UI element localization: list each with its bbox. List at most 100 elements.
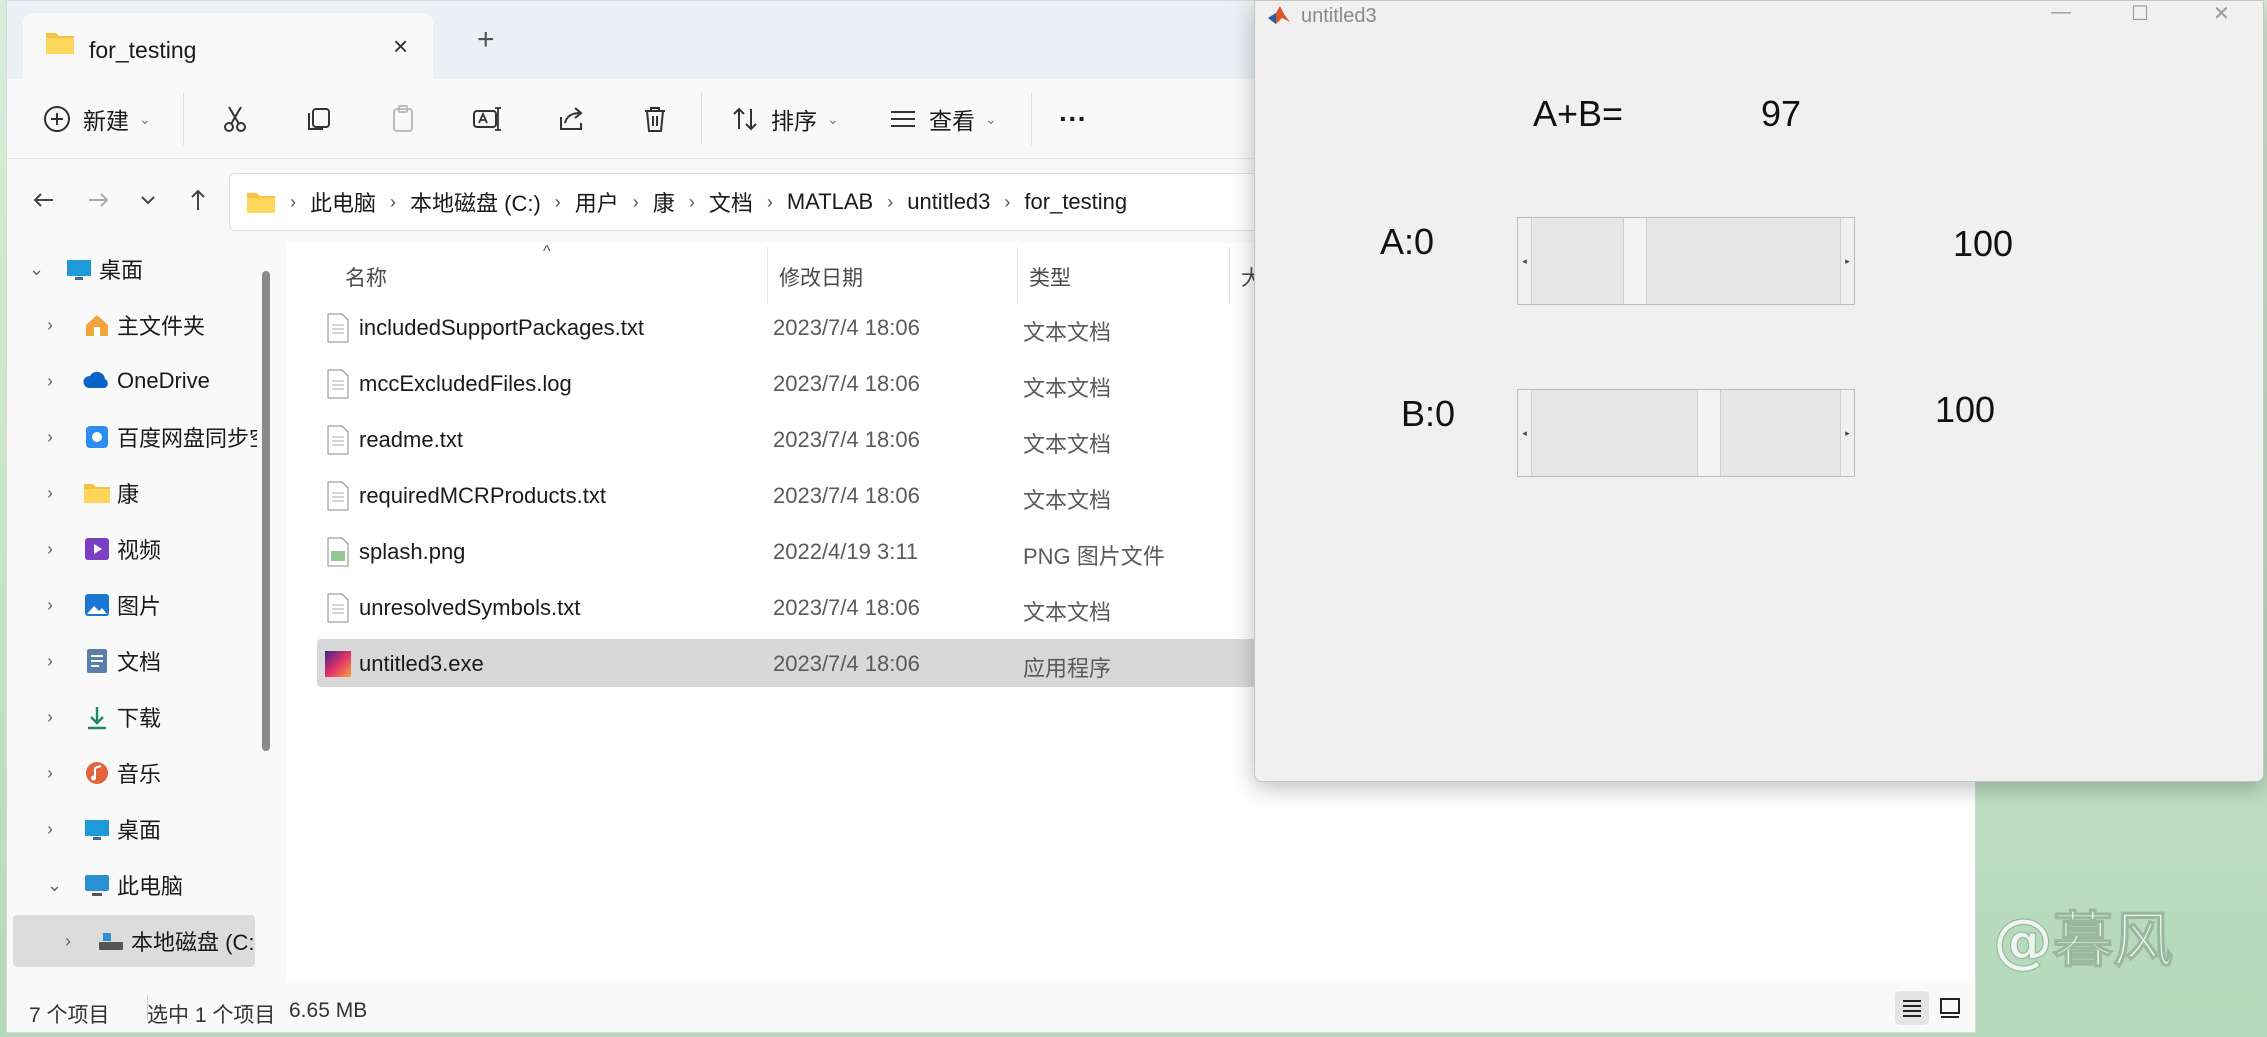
sidebar-item-this-pc[interactable]: ⌄ 此电脑 xyxy=(7,859,257,911)
slider-b[interactable]: ◂ ▸ xyxy=(1517,389,1855,477)
slider-left-arrow-icon[interactable]: ◂ xyxy=(1518,390,1532,476)
figure-title-bar[interactable]: untitled3 — ☐ ✕ xyxy=(1255,1,2263,31)
file-date: 2023/7/4 18:06 xyxy=(773,595,920,620)
file-date: 2022/4/19 3:11 xyxy=(773,539,919,564)
slider-right-arrow-icon[interactable]: ▸ xyxy=(1840,218,1854,304)
chevron-right-icon: › xyxy=(47,370,53,391)
chevron-down-icon: ⌄ xyxy=(139,110,151,127)
desktop-icon xyxy=(67,260,91,280)
sidebar-item-music[interactable]: › 音乐 xyxy=(7,747,257,799)
scrollbar-thumb[interactable] xyxy=(262,271,270,751)
sidebar-item-desktop[interactable]: ⌄ 桌面 xyxy=(7,243,257,295)
slider-right-arrow-icon[interactable]: ▸ xyxy=(1840,390,1854,476)
details-view-button[interactable] xyxy=(1895,991,1929,1025)
video-icon xyxy=(85,538,109,560)
column-header-type[interactable]: 类型 xyxy=(1029,255,1071,299)
breadcrumb-users[interactable]: 用户 xyxy=(575,186,619,218)
column-divider[interactable] xyxy=(1229,247,1230,303)
recent-locations-button[interactable] xyxy=(133,185,163,215)
b-max-label: 100 xyxy=(1935,389,1996,430)
sidebar-item-baidu-netdisk[interactable]: › 百度网盘同步空 xyxy=(7,411,257,463)
sum-label: A+B= xyxy=(1533,93,1624,134)
music-icon xyxy=(86,762,108,784)
breadcrumb-local-disk[interactable]: 本地磁盘 (C:) xyxy=(410,186,541,218)
sidebar-item-videos[interactable]: › 视频 xyxy=(7,523,257,575)
chevron-right-icon: › xyxy=(47,482,53,503)
share-button[interactable] xyxy=(555,97,587,141)
folder-icon xyxy=(84,484,110,503)
sidebar-scrollbar[interactable] xyxy=(259,271,273,1001)
chevron-right-icon: › xyxy=(47,818,53,839)
minimize-icon[interactable]: — xyxy=(2051,1,2071,24)
view-button[interactable]: 查看 ⌄ xyxy=(887,97,997,141)
close-tab-icon[interactable]: × xyxy=(393,31,408,62)
text-file-icon xyxy=(327,425,349,455)
breadcrumb-separator: › xyxy=(290,191,296,212)
sort-button[interactable]: 排序 ⌄ xyxy=(729,97,839,141)
tab-for-testing[interactable]: for_testing × xyxy=(23,13,433,79)
chevron-right-icon: › xyxy=(47,762,53,783)
chevron-right-icon: › xyxy=(65,930,71,951)
file-name: untitled3.exe xyxy=(359,651,484,676)
sidebar-item-label: 康 xyxy=(117,482,140,507)
slider-b-thumb[interactable] xyxy=(1696,390,1721,476)
baidu-netdisk-icon xyxy=(86,426,108,448)
sidebar-item-downloads[interactable]: › 下载 xyxy=(7,691,257,743)
tiles-view-button[interactable] xyxy=(1933,991,1967,1025)
back-button[interactable] xyxy=(29,185,59,215)
sidebar-item-documents[interactable]: › 文档 xyxy=(7,635,257,687)
column-header-date[interactable]: 修改日期 xyxy=(779,255,863,299)
arrow-right-icon xyxy=(89,193,109,207)
slider-a-thumb[interactable] xyxy=(1622,218,1647,304)
copy-icon xyxy=(308,108,330,130)
selection-size: 6.65 MB xyxy=(289,999,368,1022)
sidebar-item-user-folder[interactable]: › 康 xyxy=(7,467,257,519)
slider-a[interactable]: ◂ ▸ xyxy=(1517,217,1855,305)
forward-button[interactable] xyxy=(83,185,113,215)
sidebar-item-pictures[interactable]: › 图片 xyxy=(7,579,257,631)
column-header-label: 修改日期 xyxy=(779,267,863,290)
selection-count: 选中 1 个项目 xyxy=(147,1004,276,1027)
breadcrumb-for-testing[interactable]: for_testing xyxy=(1024,189,1127,215)
sidebar-item-home[interactable]: › 主文件夹 xyxy=(7,299,257,351)
column-divider[interactable] xyxy=(767,247,768,303)
breadcrumb-user[interactable]: 康 xyxy=(653,186,675,218)
maximize-icon[interactable]: ☐ xyxy=(2131,1,2149,26)
sidebar-item-desktop-2[interactable]: › 桌面 xyxy=(7,803,257,855)
delete-button[interactable] xyxy=(639,97,671,141)
view-label: 查看 xyxy=(929,108,975,134)
scissors-icon xyxy=(224,106,246,132)
close-icon[interactable]: ✕ xyxy=(2213,1,2230,26)
rename-button[interactable] xyxy=(471,97,503,141)
breadcrumb-untitled3[interactable]: untitled3 xyxy=(907,189,990,215)
column-header-label: 类型 xyxy=(1029,267,1071,290)
plus-circle-icon xyxy=(44,106,70,132)
paste-button[interactable] xyxy=(387,97,419,141)
sidebar-item-label: 文档 xyxy=(117,650,162,675)
a-max-label: 100 xyxy=(1953,223,2014,264)
clipboard-icon xyxy=(393,105,413,132)
sidebar-item-onedrive[interactable]: › OneDrive xyxy=(7,355,257,407)
file-type: PNG 图片文件 xyxy=(1023,544,1165,569)
column-divider[interactable] xyxy=(1017,247,1018,303)
breadcrumb-matlab[interactable]: MATLAB xyxy=(787,189,873,215)
cut-button[interactable] xyxy=(219,97,251,141)
slider-left-arrow-icon[interactable]: ◂ xyxy=(1518,218,1532,304)
sum-value: 97 xyxy=(1761,93,1802,134)
figure-title: untitled3 xyxy=(1301,5,1377,27)
file-name: readme.txt xyxy=(359,427,463,452)
new-tab-button[interactable]: + xyxy=(477,23,495,57)
more-options-button[interactable]: ··· xyxy=(1059,97,1087,141)
breadcrumb-documents[interactable]: 文档 xyxy=(709,186,753,218)
address-bar[interactable]: › 此电脑 › 本地磁盘 (C:) › 用户 › 康 › 文档 › MATLAB… xyxy=(229,173,1269,231)
up-button[interactable] xyxy=(183,185,213,215)
column-header-name[interactable]: 名称 xyxy=(345,255,387,299)
toolbar-divider xyxy=(1031,93,1032,145)
file-date: 2023/7/4 18:06 xyxy=(773,371,920,396)
copy-button[interactable] xyxy=(303,97,335,141)
new-button[interactable]: 新建 ⌄ xyxy=(41,97,151,141)
download-icon xyxy=(88,707,106,730)
sidebar-item-label: 桌面 xyxy=(99,258,144,283)
sidebar-item-local-disk[interactable]: › 本地磁盘 (C:) xyxy=(13,915,255,967)
breadcrumb-this-pc[interactable]: 此电脑 xyxy=(310,186,376,218)
